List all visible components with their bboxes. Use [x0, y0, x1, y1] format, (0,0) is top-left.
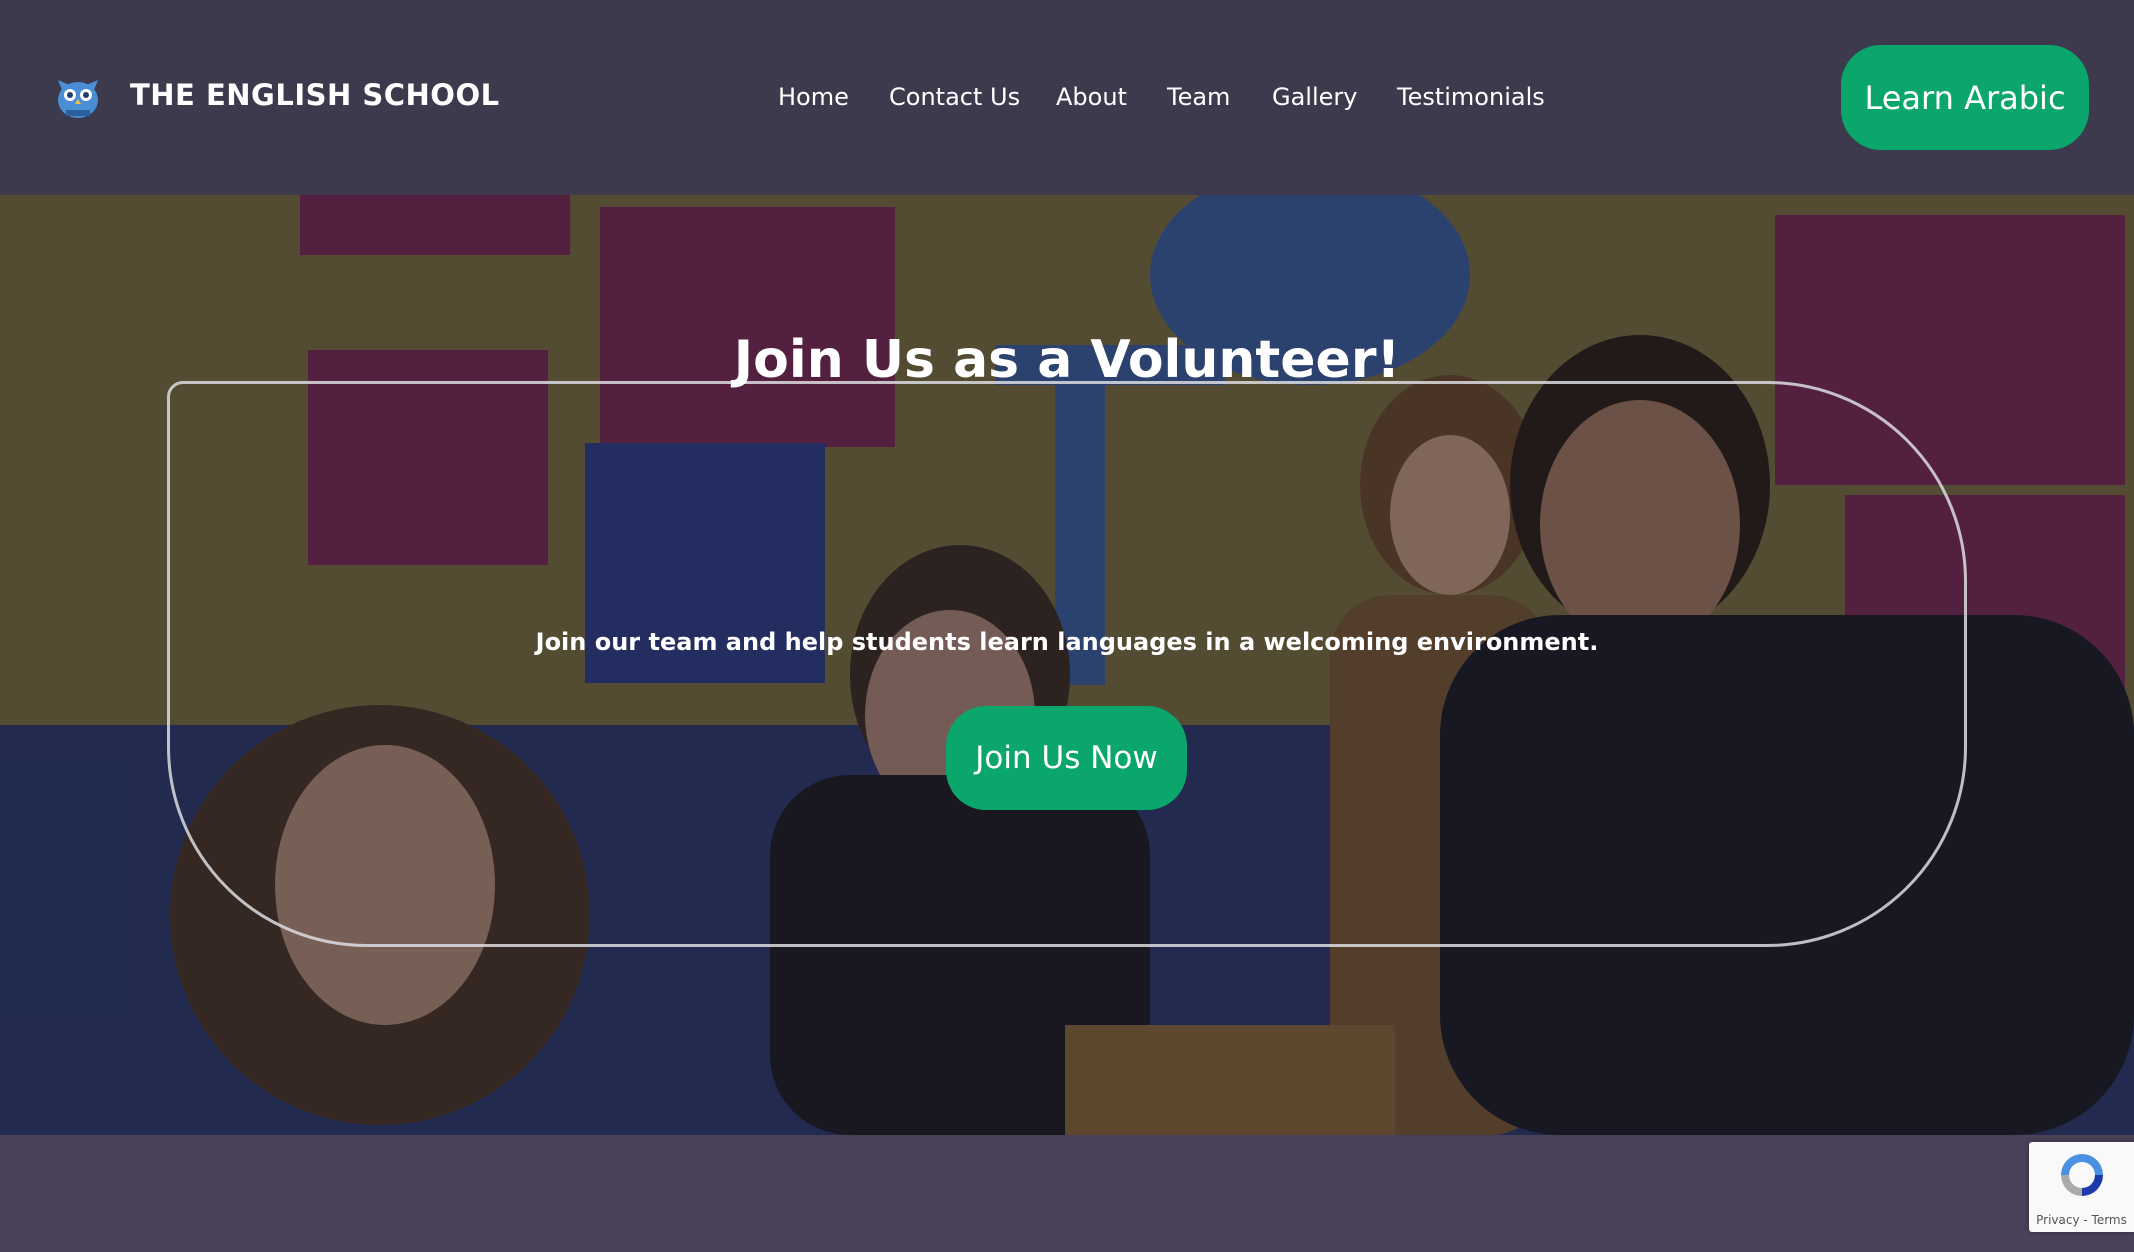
- nav-home[interactable]: Home: [778, 83, 849, 111]
- recaptcha-separator: -: [2079, 1213, 2092, 1227]
- nav-contact-us[interactable]: Contact Us: [889, 83, 1020, 111]
- next-section-band: [0, 1135, 2134, 1252]
- recaptcha-terms-link[interactable]: Terms: [2092, 1213, 2127, 1227]
- hero-card-outline: [167, 381, 1967, 947]
- nav-testimonials[interactable]: Testimonials: [1397, 83, 1545, 111]
- nav-team[interactable]: Team: [1167, 83, 1230, 111]
- nav-gallery[interactable]: Gallery: [1272, 83, 1357, 111]
- learn-arabic-button[interactable]: Learn Arabic: [1841, 45, 2089, 150]
- recaptcha-icon: [2061, 1154, 2103, 1196]
- hero-subtitle: Join our team and help students learn la…: [535, 628, 1599, 656]
- hero-title: Join Us as a Volunteer!: [733, 330, 1401, 390]
- recaptcha-privacy-link[interactable]: Privacy: [2036, 1213, 2079, 1227]
- recaptcha-badge[interactable]: Privacy - Terms: [2029, 1142, 2134, 1232]
- join-us-now-button[interactable]: Join Us Now: [946, 706, 1187, 810]
- main-nav: Home Contact Us About Team Gallery Testi…: [0, 78, 2134, 118]
- site-header: THE ENGLISH SCHOOL Home Contact Us About…: [0, 0, 2134, 195]
- nav-about[interactable]: About: [1056, 83, 1127, 111]
- recaptcha-links: Privacy - Terms: [2029, 1213, 2134, 1227]
